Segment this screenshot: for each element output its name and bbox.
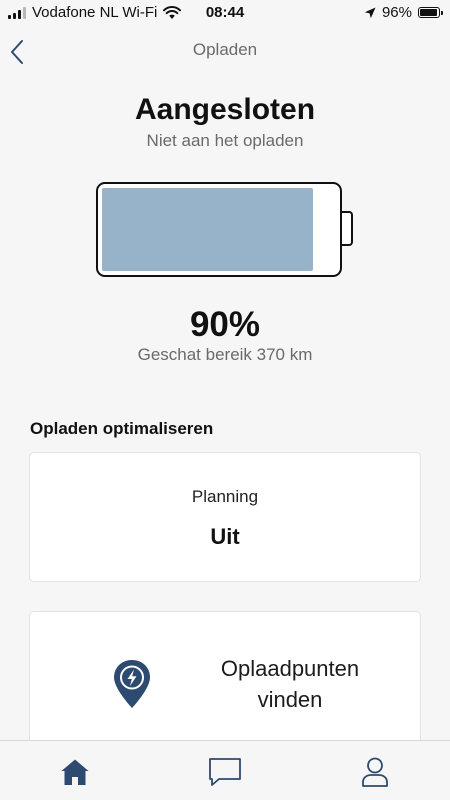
home-icon [61, 759, 89, 785]
navigation-header: Opladen [0, 30, 450, 70]
battery-icon [418, 7, 443, 18]
profile-icon [362, 757, 388, 787]
find-charge-points-label-line1: Oplaadpunten [220, 656, 360, 681]
find-charge-points-label: Oplaadpunten vinden [170, 653, 410, 715]
optimize-charging-heading: Opladen optimaliseren [30, 419, 214, 438]
status-bar-right: 96% [364, 4, 443, 21]
chat-icon [209, 758, 241, 786]
location-arrow-icon [364, 7, 376, 18]
battery-level-graphic [96, 182, 342, 277]
planning-card[interactable]: Planning Uit [29, 452, 421, 582]
planning-label: Planning [191, 487, 259, 506]
status-bar: Vodafone NL Wi-Fi 08:44 96% [0, 0, 450, 26]
charging-substatus: Niet aan het opladen [146, 131, 304, 150]
tab-home[interactable] [55, 754, 95, 790]
charging-location-pin-icon [114, 660, 150, 708]
charging-screen: Vodafone NL Wi-Fi 08:44 96% Opladen Aang… [0, 0, 450, 800]
find-charge-points-label-line2: vinden [257, 687, 323, 712]
estimated-range: Geschat bereik 370 km [137, 345, 313, 364]
connection-status: Aangesloten [134, 93, 316, 126]
tab-profile[interactable] [355, 754, 395, 790]
tab-messages[interactable] [205, 754, 245, 790]
page-title: Opladen [192, 40, 258, 59]
battery-terminal [342, 211, 353, 246]
bottom-tab-bar [0, 740, 450, 800]
battery-level-fill [102, 188, 313, 271]
planning-value: Uit [210, 524, 240, 549]
charge-percentage: 90% [189, 305, 261, 344]
battery-percent-label: 96% [381, 4, 412, 21]
